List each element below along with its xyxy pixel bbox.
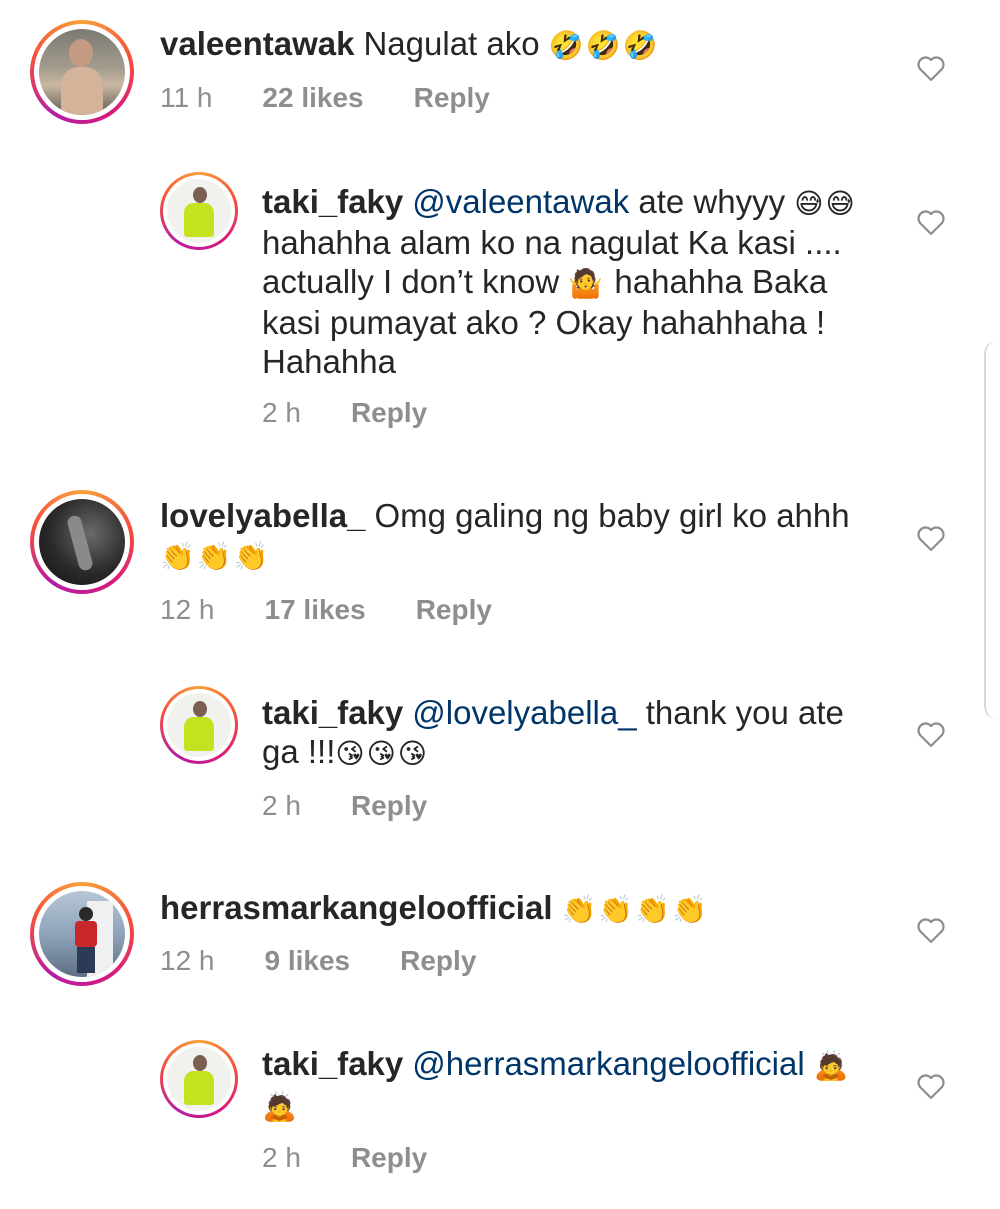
comment-timestamp: 12 h — [160, 594, 215, 625]
woman-avatar — [39, 29, 125, 115]
reply-button[interactable]: Reply — [414, 82, 490, 114]
man-outdoor-avatar — [39, 891, 125, 977]
reply-button[interactable]: Reply — [400, 945, 476, 977]
comment-text: ate whyyy — [638, 183, 786, 220]
reply-button[interactable]: Reply — [351, 1142, 427, 1174]
comment-emoji: 🙇 — [813, 1049, 851, 1082]
avatar[interactable] — [30, 882, 134, 986]
comment-likes-count[interactable]: 9 likes — [265, 945, 351, 977]
heart-outline-icon[interactable] — [916, 720, 946, 748]
avatar[interactable] — [160, 172, 238, 250]
heart-outline-icon[interactable] — [916, 54, 946, 82]
comment-username[interactable]: taki_faky — [262, 183, 403, 220]
reply-button[interactable]: Reply — [351, 790, 427, 822]
comment-timestamp: 11 h — [160, 82, 213, 113]
comment-emoji: 🤣🤣🤣 — [548, 29, 660, 62]
comment-timestamp: 12 h — [160, 945, 215, 976]
mention-link[interactable]: @lovelyabella_ — [412, 694, 636, 731]
avatar[interactable] — [160, 1040, 238, 1118]
comment-username[interactable]: herrasmarkangeloofficial — [160, 889, 553, 926]
comment-emoji: 😅😅 — [794, 187, 857, 220]
comment-emoji: 🙇 — [262, 1090, 299, 1123]
avatar[interactable] — [30, 20, 134, 124]
comment-text: Omg galing ng baby girl ko ahhh — [374, 497, 850, 534]
scrollbar[interactable] — [984, 340, 1000, 720]
woman-green-top-avatar — [167, 693, 231, 757]
comment-likes-count[interactable]: 17 likes — [265, 594, 366, 626]
heart-outline-icon[interactable] — [916, 208, 946, 236]
comment-text: Nagulat ako — [363, 25, 540, 62]
comment-likes-count[interactable]: 22 likes — [262, 82, 363, 114]
comment-emoji: 😘😘😘 — [335, 737, 429, 770]
comment-timestamp: 2 h — [262, 1142, 301, 1173]
comment-emoji: 🤷 — [568, 267, 606, 300]
mention-link[interactable]: @herrasmarkangeloofficial — [412, 1045, 804, 1082]
woman-green-top-avatar — [167, 1047, 231, 1111]
comment-timestamp: 2 h — [262, 790, 301, 821]
comment-username[interactable]: valeentawak — [160, 25, 354, 62]
reply-button[interactable]: Reply — [416, 594, 492, 626]
comment-emoji: 👏👏👏 — [160, 540, 271, 573]
avatar[interactable] — [30, 490, 134, 594]
reply-button[interactable]: Reply — [351, 397, 427, 429]
avatar[interactable] — [160, 686, 238, 764]
mention-link[interactable]: @valeentawak — [412, 183, 629, 220]
heart-outline-icon[interactable] — [916, 1072, 946, 1100]
dark-photo-avatar — [39, 499, 125, 585]
comment-username[interactable]: lovelyabella_ — [160, 497, 365, 534]
comment-timestamp: 2 h — [262, 397, 301, 428]
comment-username[interactable]: taki_faky — [262, 1045, 403, 1082]
comment-username[interactable]: taki_faky — [262, 694, 403, 731]
heart-outline-icon[interactable] — [916, 524, 946, 552]
woman-green-top-avatar — [167, 179, 231, 243]
comment-emoji: 👏👏👏👏 — [561, 893, 709, 926]
heart-outline-icon[interactable] — [916, 916, 946, 944]
